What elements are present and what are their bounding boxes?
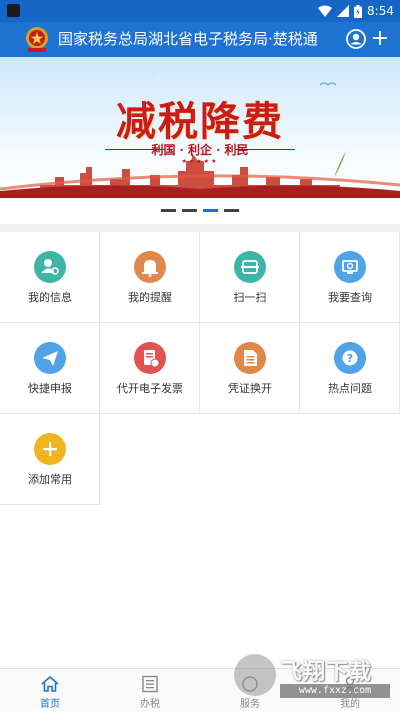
- grid-item-my-info[interactable]: 我的信息: [0, 232, 100, 323]
- banner-subtitle: 利国 · 利企 · 利民: [151, 143, 249, 157]
- banner-line-right: [235, 149, 295, 150]
- nav-tab-tax[interactable]: 办税: [100, 669, 200, 711]
- grid-item-label: 添加常用: [28, 473, 72, 486]
- add-icon[interactable]: +: [370, 27, 390, 51]
- nav-tab-label: 首页: [40, 699, 60, 710]
- app-header: 国家税务总局湖北省电子税务局·楚税通 +: [0, 22, 400, 57]
- watermark-url: www.fxxz.com: [280, 684, 390, 698]
- promo-banner[interactable]: 减税降费 利国 · 利企 · 利民 ★★★★★: [0, 57, 400, 198]
- banner-title: 减税降费: [116, 98, 284, 145]
- watermark-text: 飞翔下载: [280, 660, 373, 685]
- list-icon: [142, 675, 158, 693]
- site-watermark: 飞翔下载 www.fxxz.com: [232, 650, 392, 705]
- nav-tab-home[interactable]: 首页: [0, 669, 100, 711]
- nav-tab-label: 办税: [140, 699, 160, 710]
- status-bar: 8:54: [0, 0, 400, 22]
- grid-item-query[interactable]: 我要查询: [300, 232, 400, 323]
- header-title: 国家税务总局湖北省电子税务局·楚税通: [58, 30, 318, 48]
- user-account-icon[interactable]: [346, 29, 366, 49]
- notification-icon: [7, 4, 20, 17]
- grid-item-label: 快捷申报: [28, 382, 72, 395]
- carousel-dot[interactable]: [182, 209, 197, 212]
- section-divider: [0, 224, 400, 232]
- grid-item-label: 我要查询: [328, 291, 372, 304]
- document-icon: [234, 342, 266, 374]
- question-icon: ?: [334, 342, 366, 374]
- plus-icon: [34, 433, 66, 465]
- watermark-logo-icon: [234, 654, 276, 696]
- bell-icon: [134, 251, 166, 283]
- svg-text:?: ?: [347, 352, 353, 365]
- banner-stars: ★★★★★: [181, 158, 219, 165]
- home-icon: [41, 675, 59, 692]
- grid-item-label: 我的信息: [28, 291, 72, 304]
- carousel-dot[interactable]: [224, 209, 239, 212]
- grid-item-voucher-exchange[interactable]: 凭证换开: [200, 323, 300, 414]
- carousel-dot-active[interactable]: [203, 209, 218, 212]
- carousel-dot[interactable]: [161, 209, 176, 212]
- grid-item-label: 扫一扫: [233, 291, 267, 304]
- app-screen: 8:54 国家税务总局湖北省电子税务局·楚税通 + 减税降费 利国 · 利企 ·…: [0, 0, 400, 711]
- send-icon: [34, 342, 66, 374]
- grid-item-hot-questions[interactable]: ? 热点问题: [300, 323, 400, 414]
- grid-item-label: 热点问题: [328, 382, 372, 395]
- status-indicators: 8:54: [318, 2, 394, 20]
- carousel-indicator: [161, 209, 239, 212]
- grid-item-add-favorite[interactable]: 添加常用: [0, 414, 100, 505]
- grid-item-label: 代开电子发票: [117, 382, 183, 395]
- scan-icon: [234, 251, 266, 283]
- battery-icon: [354, 4, 363, 18]
- grid-item-scan[interactable]: 扫一扫: [200, 232, 300, 323]
- grid-item-e-invoice[interactable]: 代开电子发票: [100, 323, 200, 414]
- invoice-icon: [134, 342, 166, 374]
- status-time: 8:54: [367, 4, 394, 18]
- user-info-icon: [34, 251, 66, 283]
- grid-item-label: 凭证换开: [228, 382, 272, 395]
- tax-emblem-logo: [26, 27, 48, 52]
- query-icon: [334, 251, 366, 283]
- grid-item-quick-declare[interactable]: 快捷申报: [0, 323, 100, 414]
- grid-item-my-reminders[interactable]: 我的提醒: [100, 232, 200, 323]
- wifi-icon: [318, 5, 333, 17]
- signal-icon: [337, 5, 350, 17]
- grid-item-label: 我的提醒: [128, 291, 172, 304]
